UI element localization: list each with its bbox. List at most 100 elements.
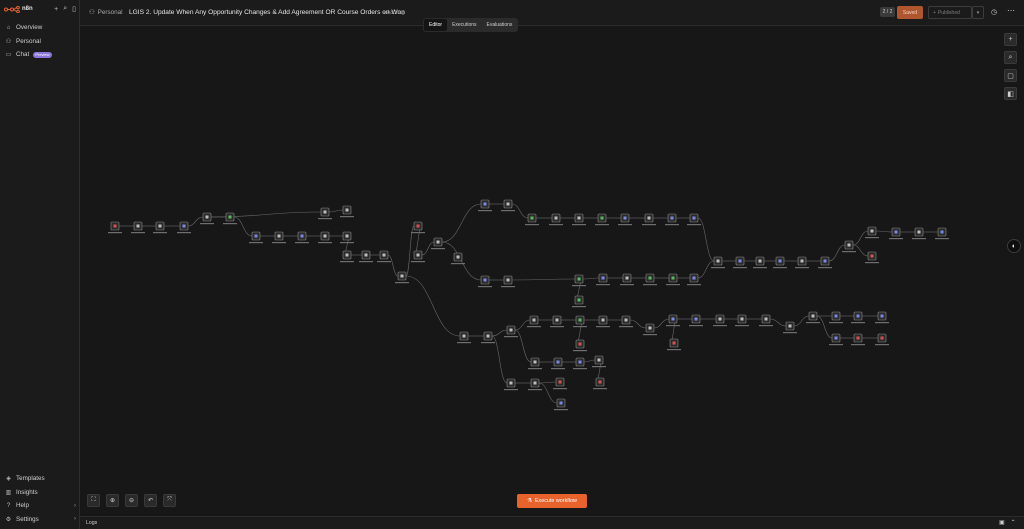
workflow-node[interactable] bbox=[689, 314, 703, 327]
workflow-node[interactable] bbox=[153, 221, 167, 234]
workflow-node[interactable] bbox=[842, 240, 856, 253]
workflow-node[interactable] bbox=[377, 250, 391, 263]
workflow-node[interactable] bbox=[478, 275, 492, 288]
workflow-node[interactable] bbox=[223, 212, 237, 225]
workflow-node[interactable] bbox=[595, 213, 609, 226]
workflow-node[interactable] bbox=[643, 273, 657, 286]
workflow-node[interactable] bbox=[795, 256, 809, 269]
publish-button[interactable]: + Published bbox=[928, 6, 972, 19]
workflow-connection[interactable] bbox=[583, 359, 596, 363]
workflow-connection[interactable] bbox=[653, 318, 670, 329]
workflow-node[interactable] bbox=[527, 315, 541, 328]
search-nodes-button[interactable]: ⌕ bbox=[1004, 51, 1017, 64]
workflow-node[interactable] bbox=[687, 273, 701, 286]
workflow-node[interactable] bbox=[753, 256, 767, 269]
plus-icon[interactable]: + bbox=[54, 6, 58, 13]
collapse-sidebar-icon[interactable]: ▯ bbox=[72, 5, 76, 13]
workflow-node[interactable] bbox=[131, 221, 145, 234]
workflow-connection[interactable] bbox=[233, 216, 253, 237]
assistant-icon[interactable]: ◐ bbox=[1007, 239, 1021, 253]
workflow-connection[interactable] bbox=[875, 230, 893, 233]
workflow-node[interactable] bbox=[875, 333, 889, 346]
workflow-node[interactable] bbox=[573, 357, 587, 370]
workflow-node[interactable] bbox=[818, 256, 832, 269]
workflow-connection[interactable] bbox=[769, 318, 787, 327]
workflow-node[interactable] bbox=[665, 213, 679, 226]
workflow-node[interactable] bbox=[620, 273, 634, 286]
workflow-node[interactable] bbox=[642, 213, 656, 226]
workflow-node[interactable] bbox=[481, 331, 495, 344]
execute-workflow-button[interactable]: ⚗ Execute workflow bbox=[517, 494, 587, 508]
workflow-node[interactable] bbox=[851, 333, 865, 346]
workflow-node[interactable] bbox=[340, 205, 354, 218]
workflow-node[interactable] bbox=[596, 273, 610, 286]
workflow-node[interactable] bbox=[411, 250, 425, 263]
workflow-connection[interactable] bbox=[405, 225, 415, 277]
workflow-node[interactable] bbox=[572, 213, 586, 226]
workflow-node[interactable] bbox=[572, 295, 586, 308]
workflow-node[interactable] bbox=[501, 199, 515, 212]
workflow-node[interactable] bbox=[525, 213, 539, 226]
workflow-canvas[interactable]: + ⌕ ▢ ◧ ◐ ⛶ ⊕ ⊖ ↶ ⤧ ⚗ Execute workflow bbox=[80, 26, 1024, 516]
panel-toggle-button[interactable]: ◧ bbox=[1004, 87, 1017, 100]
logs-bar[interactable]: Logs ▣ ⌃ bbox=[80, 516, 1024, 529]
workflow-node[interactable] bbox=[829, 311, 843, 324]
workflow-node[interactable] bbox=[504, 378, 518, 391]
workflow-node[interactable] bbox=[478, 199, 492, 212]
workflow-connection[interactable] bbox=[793, 315, 810, 327]
saved-button[interactable]: Saved bbox=[897, 6, 923, 19]
workflow-connection[interactable] bbox=[538, 381, 557, 384]
workflow-node[interactable] bbox=[759, 314, 773, 327]
tab-evaluations[interactable]: Evaluations bbox=[482, 19, 518, 31]
workflow-node[interactable] bbox=[551, 357, 565, 370]
workflow-node[interactable] bbox=[554, 398, 568, 411]
workflow-connection[interactable] bbox=[538, 382, 558, 404]
add-tag-button[interactable]: + Add tag bbox=[383, 10, 404, 16]
search-icon[interactable]: ⌕ bbox=[63, 5, 67, 13]
workflow-node[interactable] bbox=[735, 314, 749, 327]
workflow-node[interactable] bbox=[553, 377, 567, 390]
publish-menu-button[interactable]: ▾ bbox=[972, 6, 984, 19]
workflow-connection[interactable] bbox=[582, 277, 600, 280]
history-icon[interactable]: ◷ bbox=[991, 8, 997, 16]
workflow-node[interactable] bbox=[200, 212, 214, 225]
workflow-node[interactable] bbox=[528, 357, 542, 370]
workflow-node[interactable] bbox=[177, 221, 191, 234]
workflow-node[interactable] bbox=[619, 315, 633, 328]
workflow-node[interactable] bbox=[431, 237, 445, 250]
workflow-node[interactable] bbox=[618, 213, 632, 226]
sidebar-item-overview[interactable]: ⌂ Overview bbox=[4, 21, 76, 34]
workflow-connection[interactable] bbox=[328, 209, 344, 213]
workflow-node[interactable] bbox=[829, 333, 843, 346]
workflow-node[interactable] bbox=[889, 227, 903, 240]
workflow-node[interactable] bbox=[451, 252, 465, 265]
workflow-connection[interactable] bbox=[514, 329, 532, 363]
workflow-node[interactable] bbox=[340, 231, 354, 244]
tab-executions[interactable]: Executions bbox=[447, 19, 481, 31]
sidebar-item-chat[interactable]: ▭ Chat Preview bbox=[4, 48, 76, 61]
workflow-node[interactable] bbox=[666, 273, 680, 286]
workflow-node[interactable] bbox=[249, 231, 263, 244]
workflow-node[interactable] bbox=[457, 331, 471, 344]
sidebar-item-personal[interactable]: ⚇ Personal bbox=[4, 35, 76, 48]
more-options-icon[interactable]: ⋯ bbox=[1007, 6, 1015, 15]
workflow-node[interactable] bbox=[666, 314, 680, 327]
sidebar-item-insights[interactable]: ▥ Insights bbox=[4, 486, 76, 499]
workflow-node[interactable] bbox=[733, 256, 747, 269]
workflow-node[interactable] bbox=[528, 378, 542, 391]
workflow-node[interactable] bbox=[783, 321, 797, 334]
workflow-node[interactable] bbox=[504, 325, 518, 338]
workflow-node[interactable] bbox=[592, 355, 606, 368]
workflow-connection[interactable] bbox=[413, 225, 423, 256]
workflow-connection[interactable] bbox=[816, 315, 833, 339]
workflow-node[interactable] bbox=[912, 227, 926, 240]
workflow-node[interactable] bbox=[875, 311, 889, 324]
workflow-node[interactable] bbox=[687, 213, 701, 226]
workflow-node[interactable] bbox=[593, 377, 607, 390]
workflow-node[interactable] bbox=[806, 311, 820, 324]
tidy-up-button[interactable]: ⤧ bbox=[163, 494, 176, 507]
tab-editor[interactable]: Editor bbox=[424, 19, 448, 31]
zoom-in-button[interactable]: ⊕ bbox=[106, 494, 119, 507]
workflow-connection[interactable] bbox=[514, 319, 531, 331]
workflow-node[interactable] bbox=[711, 256, 725, 269]
